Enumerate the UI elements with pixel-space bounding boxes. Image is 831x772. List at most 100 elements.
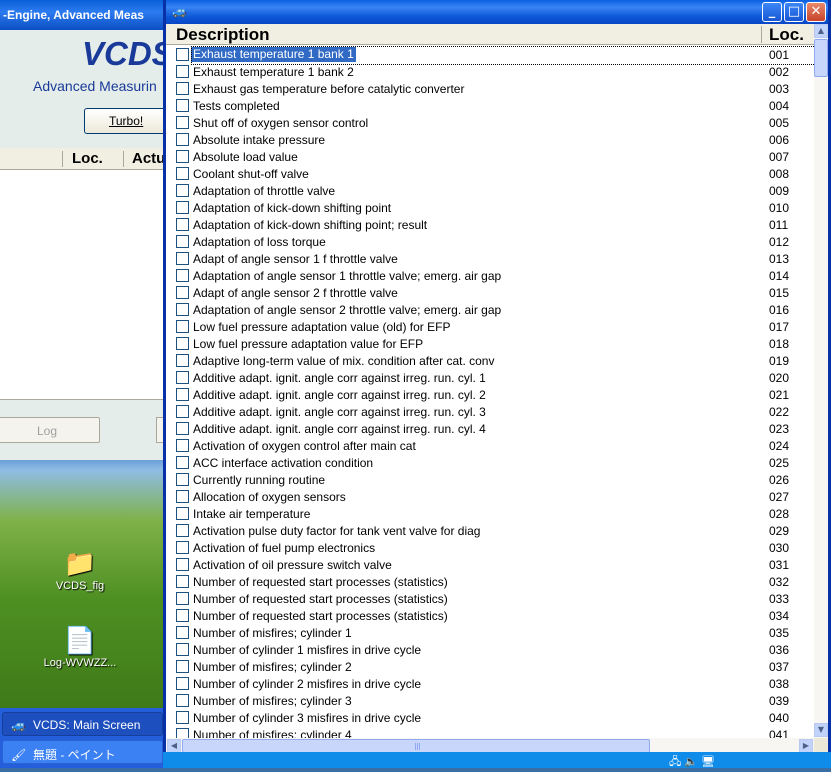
row-checkbox[interactable] xyxy=(176,660,189,673)
row-checkbox[interactable] xyxy=(176,354,189,367)
list-item[interactable]: Absolute intake pressure 006 xyxy=(166,131,814,148)
row-checkbox[interactable] xyxy=(176,218,189,231)
row-checkbox[interactable] xyxy=(176,575,189,588)
list-item[interactable]: Number of requested start processes (sta… xyxy=(166,607,814,624)
list-item[interactable]: Coolant shut-off valve 008 xyxy=(166,165,814,182)
row-checkbox[interactable] xyxy=(176,405,189,418)
select-group-window[interactable]: 🚙 _ □ ✕ Description Loc. Exhaust tempera… xyxy=(163,0,831,760)
list-item[interactable]: Adaptation of kick-down shifting point 01… xyxy=(166,199,814,216)
list-item[interactable]: Number of misfires; cylinder 4 041 xyxy=(166,726,814,738)
vertical-scrollbar[interactable]: ▲ ▼ xyxy=(814,24,828,738)
taskbar-item-paint[interactable]: 🖌 無題 - ペイント xyxy=(2,740,163,764)
row-checkbox[interactable] xyxy=(176,82,189,95)
list-item[interactable]: Adapt of angle sensor 1 f throttle valve… xyxy=(166,250,814,267)
list-item[interactable]: Allocation of oxygen sensors 027 xyxy=(166,488,814,505)
list-item[interactable]: Additive adapt. ignit. angle corr agains… xyxy=(166,420,814,437)
list-item[interactable]: Adaptation of throttle valve 009 xyxy=(166,182,814,199)
scroll-down-button[interactable]: ▼ xyxy=(814,723,828,737)
row-checkbox[interactable] xyxy=(176,116,189,129)
column-header-description[interactable]: Description xyxy=(176,25,270,45)
row-checkbox[interactable] xyxy=(176,48,189,61)
list-item[interactable]: Currently running routine 026 xyxy=(166,471,814,488)
list-item[interactable]: Additive adapt. ignit. angle corr agains… xyxy=(166,369,814,386)
row-checkbox[interactable] xyxy=(176,269,189,282)
close-button[interactable]: ✕ xyxy=(806,2,826,22)
list-item[interactable]: Activation pulse duty factor for tank ve… xyxy=(166,522,814,539)
list-item[interactable]: Number of cylinder 1 misfires in drive c… xyxy=(166,641,814,658)
row-checkbox[interactable] xyxy=(176,677,189,690)
row-checkbox[interactable] xyxy=(176,728,189,738)
taskbar-item-vcds-main[interactable]: 🚙 VCDS: Main Screen xyxy=(2,712,163,736)
turbo-button[interactable]: Turbo! xyxy=(84,108,165,134)
list-item[interactable]: Tests completed 004 xyxy=(166,97,814,114)
scroll-right-button[interactable]: ▶ xyxy=(799,739,813,753)
list-item[interactable]: Number of misfires; cylinder 1 035 xyxy=(166,624,814,641)
row-checkbox[interactable] xyxy=(176,65,189,78)
list-item[interactable]: Activation of fuel pump electronics 030 xyxy=(166,539,814,556)
desktop-icon-vcds-fig[interactable]: 📁 VCDS_fig xyxy=(35,548,125,592)
row-checkbox[interactable] xyxy=(176,235,189,248)
list-item[interactable]: Number of misfires; cylinder 3 039 xyxy=(166,692,814,709)
list-item[interactable]: Number of cylinder 2 misfires in drive c… xyxy=(166,675,814,692)
row-checkbox[interactable] xyxy=(176,337,189,350)
minimize-button[interactable]: _ xyxy=(762,2,782,22)
list-item[interactable]: ACC interface activation condition 025 xyxy=(166,454,814,471)
list-item[interactable]: Low fuel pressure adaptation value for E… xyxy=(166,335,814,352)
row-checkbox[interactable] xyxy=(176,507,189,520)
scroll-up-button[interactable]: ▲ xyxy=(814,24,828,38)
row-checkbox[interactable] xyxy=(176,371,189,384)
row-checkbox[interactable] xyxy=(176,286,189,299)
list-item[interactable]: Exhaust temperature 1 bank 1 001 xyxy=(166,46,814,65)
horizontal-scroll-thumb[interactable] xyxy=(182,739,650,753)
list-item[interactable]: Exhaust gas temperature before catalytic… xyxy=(166,80,814,97)
list-item[interactable]: Activation of oxygen control after main … xyxy=(166,437,814,454)
maximize-button[interactable]: □ xyxy=(784,2,804,22)
tray-app-icon[interactable]: 🖥 xyxy=(701,756,715,768)
row-checkbox[interactable] xyxy=(176,711,189,724)
row-checkbox[interactable] xyxy=(176,99,189,112)
row-checkbox[interactable] xyxy=(176,609,189,622)
column-header-location[interactable]: Loc. xyxy=(769,25,804,45)
row-checkbox[interactable] xyxy=(176,490,189,503)
list-item[interactable]: Additive adapt. ignit. angle corr agains… xyxy=(166,403,814,420)
row-checkbox[interactable] xyxy=(176,592,189,605)
list-item[interactable]: Adapt of angle sensor 2 f throttle valve… xyxy=(166,284,814,301)
vertical-scroll-thumb[interactable] xyxy=(814,39,828,77)
list-item[interactable]: Additive adapt. ignit. angle corr agains… xyxy=(166,386,814,403)
background-window-title[interactable]: -Engine, Advanced Meas xyxy=(0,0,165,30)
row-checkbox[interactable] xyxy=(176,167,189,180)
list-item[interactable]: Adaptive long-term value of mix. conditi… xyxy=(166,352,814,369)
desktop-icon-log-file[interactable]: 📄 Log-WVWZZ... xyxy=(35,625,125,669)
list-item[interactable]: Number of requested start processes (sta… xyxy=(166,590,814,607)
list-item[interactable]: Absolute load value 007 xyxy=(166,148,814,165)
tray-icons[interactable]: 🖧 🔈 🖥 xyxy=(669,753,715,772)
list-item[interactable]: Activation of oil pressure switch valve 0… xyxy=(166,556,814,573)
row-checkbox[interactable] xyxy=(176,694,189,707)
background-column-loc[interactable]: Loc. xyxy=(72,150,103,167)
tray-volume-icon[interactable]: 🔈 xyxy=(684,756,698,768)
scroll-left-button[interactable]: ◀ xyxy=(167,739,181,753)
list-item[interactable]: Number of requested start processes (sta… xyxy=(166,573,814,590)
row-checkbox[interactable] xyxy=(176,558,189,571)
tray-network-icon[interactable]: 🖧 xyxy=(669,756,681,768)
group-list[interactable]: Exhaust temperature 1 bank 1 001 Exhaust t… xyxy=(166,46,814,738)
list-item[interactable]: Number of misfires; cylinder 2 037 xyxy=(166,658,814,675)
row-checkbox[interactable] xyxy=(176,456,189,469)
row-checkbox[interactable] xyxy=(176,524,189,537)
row-checkbox[interactable] xyxy=(176,320,189,333)
row-checkbox[interactable] xyxy=(176,473,189,486)
list-item[interactable]: Low fuel pressure adaptation value (old)… xyxy=(166,318,814,335)
row-checkbox[interactable] xyxy=(176,150,189,163)
popup-titlebar[interactable]: 🚙 _ □ ✕ xyxy=(166,0,828,24)
vcds-background-window[interactable]: -Engine, Advanced Meas VCDS Advanced Mea… xyxy=(0,0,165,460)
list-item[interactable]: Intake air temperature 028 xyxy=(166,505,814,522)
row-checkbox[interactable] xyxy=(176,201,189,214)
row-checkbox[interactable] xyxy=(176,439,189,452)
list-item[interactable]: Adaptation of kick-down shifting point; … xyxy=(166,216,814,233)
row-checkbox[interactable] xyxy=(176,133,189,146)
row-checkbox[interactable] xyxy=(176,252,189,265)
list-item[interactable]: Number of cylinder 3 misfires in drive c… xyxy=(166,709,814,726)
row-checkbox[interactable] xyxy=(176,541,189,554)
row-checkbox[interactable] xyxy=(176,388,189,401)
list-item[interactable]: Shut off of oxygen sensor control 005 xyxy=(166,114,814,131)
